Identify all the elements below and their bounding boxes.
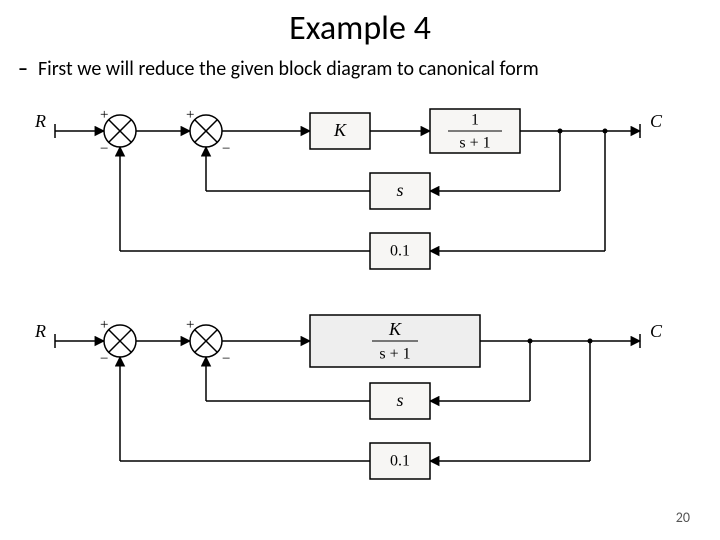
sum2-plus: + <box>186 317 194 333</box>
input-label-R: R <box>34 111 46 131</box>
sum1-plus: + <box>100 317 108 333</box>
block-combined-num: K <box>388 319 402 339</box>
output-label-C: C <box>650 111 663 131</box>
block-gain-label: 0.1 <box>390 453 410 470</box>
sum1-minus: − <box>100 351 108 367</box>
block-diagram-2: R C + − + − K s + 1 s 0.1 <box>0 301 720 501</box>
bullet-dash: – <box>18 57 28 81</box>
figure-area: R C + − + − K 1 s + 1 s 0.1 R <box>0 91 720 511</box>
block-s-label: s <box>396 390 403 410</box>
block-s-label: s <box>396 180 403 200</box>
slide-title: Example 4 <box>0 8 720 49</box>
sum1-minus: − <box>100 141 108 157</box>
sum1-plus: + <box>100 107 108 123</box>
page-number: 20 <box>676 509 690 526</box>
block-combined-den: s + 1 <box>379 346 410 363</box>
sum2-minus: − <box>222 141 230 157</box>
block-frac-den: s + 1 <box>459 135 490 152</box>
output-label-C: C <box>650 321 663 341</box>
sum2-minus: − <box>222 351 230 367</box>
block-frac-num: 1 <box>471 112 479 129</box>
block-diagram-1: R C + − + − K 1 s + 1 s 0.1 <box>0 91 720 291</box>
bullet-text: First we will reduce the given block dia… <box>38 57 539 81</box>
block-K-label: K <box>333 120 347 140</box>
block-gain-label: 0.1 <box>390 243 410 260</box>
bullet-line: – First we will reduce the given block d… <box>18 57 720 81</box>
input-label-R: R <box>34 321 46 341</box>
sum2-plus: + <box>186 107 194 123</box>
